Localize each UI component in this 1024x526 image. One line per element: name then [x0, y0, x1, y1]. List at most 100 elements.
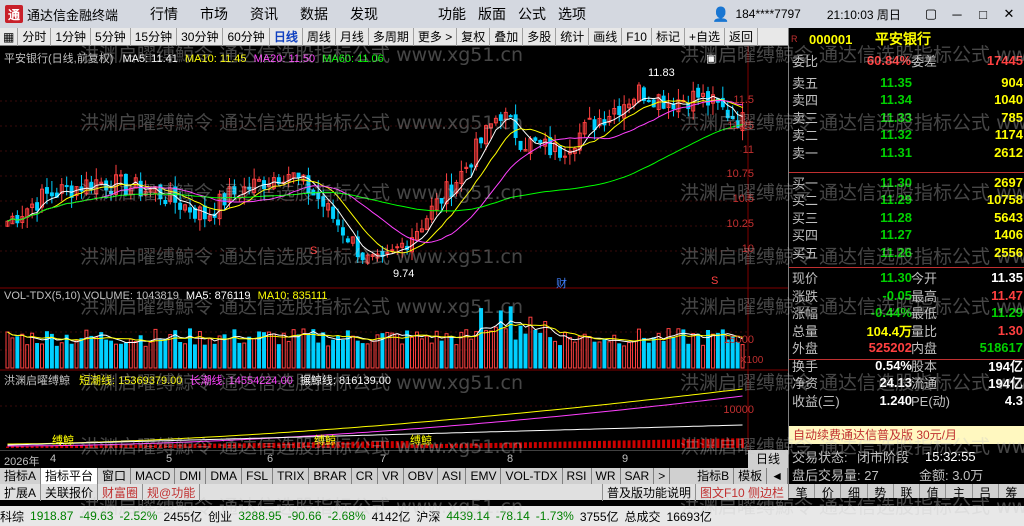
toolbar-icon[interactable]: ▦: [0, 27, 19, 46]
r-icon[interactable]: R: [791, 34, 798, 44]
volume-bar: [706, 329, 710, 369]
quote-tab-4[interactable]: 联: [894, 484, 921, 500]
tab-5min[interactable]: 5分钟: [91, 27, 131, 46]
indicator-bar: [287, 442, 291, 448]
tab-daily[interactable]: 日线: [270, 27, 303, 46]
btn-fuquan[interactable]: 复权: [457, 27, 491, 46]
volume-bar: [503, 328, 508, 369]
indicator-tab-11[interactable]: OBV: [404, 468, 439, 484]
indicator-tab-13[interactable]: EMV: [466, 468, 502, 484]
close-icon[interactable]: ✕: [996, 3, 1022, 25]
user-icon[interactable]: 👤: [712, 6, 729, 23]
btn-add-watchlist[interactable]: +自选: [685, 27, 726, 46]
menu-shichang[interactable]: 市场: [200, 4, 228, 24]
tab-15min[interactable]: 15分钟: [131, 27, 178, 46]
indicator-tab-16[interactable]: WR: [592, 468, 621, 484]
indicator-bar: [578, 441, 582, 448]
indicator-bar: [45, 446, 49, 448]
promo-banner[interactable]: 自动续费通达信普及版 30元/月: [789, 426, 1024, 444]
kline-chart-svg[interactable]: [0, 46, 788, 450]
indicator-tab-4[interactable]: DMI: [175, 468, 207, 484]
indicator-bar: [119, 444, 123, 448]
tab-60min[interactable]: 60分钟: [223, 27, 270, 46]
vol-unit: X100: [740, 355, 764, 366]
indicator-tab-18[interactable]: >: [654, 468, 671, 484]
indicator-tab-3[interactable]: MACD: [131, 468, 176, 484]
menu-hangqing[interactable]: 行情: [150, 4, 178, 24]
menu-gongshi[interactable]: 公式: [518, 4, 546, 24]
quote-tab-1[interactable]: 价: [815, 484, 842, 500]
indicator-tab-0[interactable]: 指标A: [0, 468, 42, 484]
marker-s2: S: [711, 275, 719, 287]
menu-shuju[interactable]: 数据: [300, 4, 328, 24]
volume-bar: [69, 343, 74, 369]
quote-tab-5[interactable]: 值: [920, 484, 947, 500]
indicator-tab-20[interactable]: 模板: [734, 468, 768, 484]
menu-zixun[interactable]: 资讯: [250, 4, 278, 24]
btn-biaoji[interactable]: 标记: [652, 27, 685, 46]
btn-f10[interactable]: F10: [622, 27, 652, 46]
ext-tab-0[interactable]: 扩展A: [0, 483, 42, 501]
quote-tab-7[interactable]: 吕: [973, 484, 999, 500]
quote-tab-8[interactable]: 筹: [999, 484, 1024, 500]
indicator-tab-2[interactable]: 窗口: [98, 468, 132, 484]
indicator-tab-14[interactable]: VOL-TDX: [501, 468, 563, 484]
indicator-tab-6[interactable]: FSL: [242, 468, 274, 484]
restore-icon[interactable]: ▢: [918, 3, 944, 25]
ext-tab-3[interactable]: 规@功能: [143, 483, 201, 501]
tab-multiperiod[interactable]: 多周期: [369, 27, 414, 46]
volume-bar: [212, 343, 217, 369]
minimize-icon[interactable]: ─: [944, 3, 970, 25]
menu-gongneng[interactable]: 功能: [438, 4, 466, 24]
tab-monthly[interactable]: 月线: [336, 27, 369, 46]
y-tick-1000: 10: [741, 243, 754, 255]
volume-bar: [400, 343, 405, 369]
btn-back[interactable]: 返回: [725, 27, 759, 46]
indicator-tab-19[interactable]: 指标B: [693, 468, 735, 484]
ext-right-tab-1[interactable]: 图文F10 侧边栏: [694, 483, 788, 501]
tab-1min[interactable]: 1分钟: [51, 27, 92, 46]
ext-tab-2[interactable]: 财富圈: [98, 483, 144, 501]
ext-tab-1[interactable]: 关联报价: [41, 483, 99, 501]
weibi-label: 委比: [792, 54, 819, 69]
indicator-tab-12[interactable]: ASI: [438, 468, 467, 484]
tab-30min[interactable]: 30分钟: [177, 27, 224, 46]
btn-duogu[interactable]: 多股: [523, 27, 557, 46]
kline-chart-area[interactable]: 平安银行(日线,前复权) MA5: 11.41 MA10: 11.45 MA20…: [0, 46, 788, 450]
volume-bar: [632, 341, 636, 369]
indicator-tab-10[interactable]: VR: [378, 468, 404, 484]
indicator-tab-8[interactable]: BRAR: [309, 468, 352, 484]
btn-huaxian[interactable]: 画线: [589, 27, 623, 46]
indicator-header: 洪渊启曜缚鯨: [4, 375, 70, 387]
indicator-tab-15[interactable]: RSI: [563, 468, 592, 484]
indicator-tab-17[interactable]: SAR: [621, 468, 655, 484]
indicator-bar: [435, 444, 439, 448]
indicator-tab-1[interactable]: 指标平台: [41, 468, 99, 484]
btn-diejia[interactable]: 叠加: [490, 27, 524, 46]
quote-tab-2[interactable]: 细: [841, 484, 868, 500]
tab-fenshi[interactable]: 分时: [18, 27, 52, 46]
tab-weekly[interactable]: 周线: [303, 27, 336, 46]
trade-status-label: 交易状态:: [792, 450, 848, 465]
ask-row-1: 卖五 11.35 904: [789, 74, 1024, 91]
user-account[interactable]: 184****7797: [735, 7, 800, 21]
menu-faxian[interactable]: 发现: [350, 4, 378, 24]
maximize-icon[interactable]: □: [970, 3, 996, 25]
quote-tab-6[interactable]: 主: [946, 484, 973, 500]
ext-right-tab-0[interactable]: 普及版功能说明: [601, 483, 695, 501]
indicator-tab-21[interactable]: ◄: [767, 468, 788, 484]
stat-row-1-label: 现价: [792, 271, 819, 286]
quote-tab-3[interactable]: 势: [868, 484, 894, 500]
indicator-tab-9[interactable]: CR: [352, 468, 379, 484]
indicator-tab-5[interactable]: DMA: [206, 468, 243, 484]
btn-tongji[interactable]: 统计: [556, 27, 590, 46]
x-label-7: 7: [380, 453, 387, 465]
quote-tab-0[interactable]: 笔: [789, 484, 816, 500]
menu-xuanxiang[interactable]: 选项: [558, 4, 586, 24]
indicator-bar: [474, 443, 478, 448]
tab-more[interactable]: 更多 >: [414, 27, 458, 46]
bid-row-1-value: 11.30: [880, 175, 912, 190]
indicator-tab-7[interactable]: TRIX: [273, 468, 310, 484]
menu-banmian[interactable]: 版面: [478, 4, 506, 24]
period-label[interactable]: 日线: [748, 450, 788, 468]
